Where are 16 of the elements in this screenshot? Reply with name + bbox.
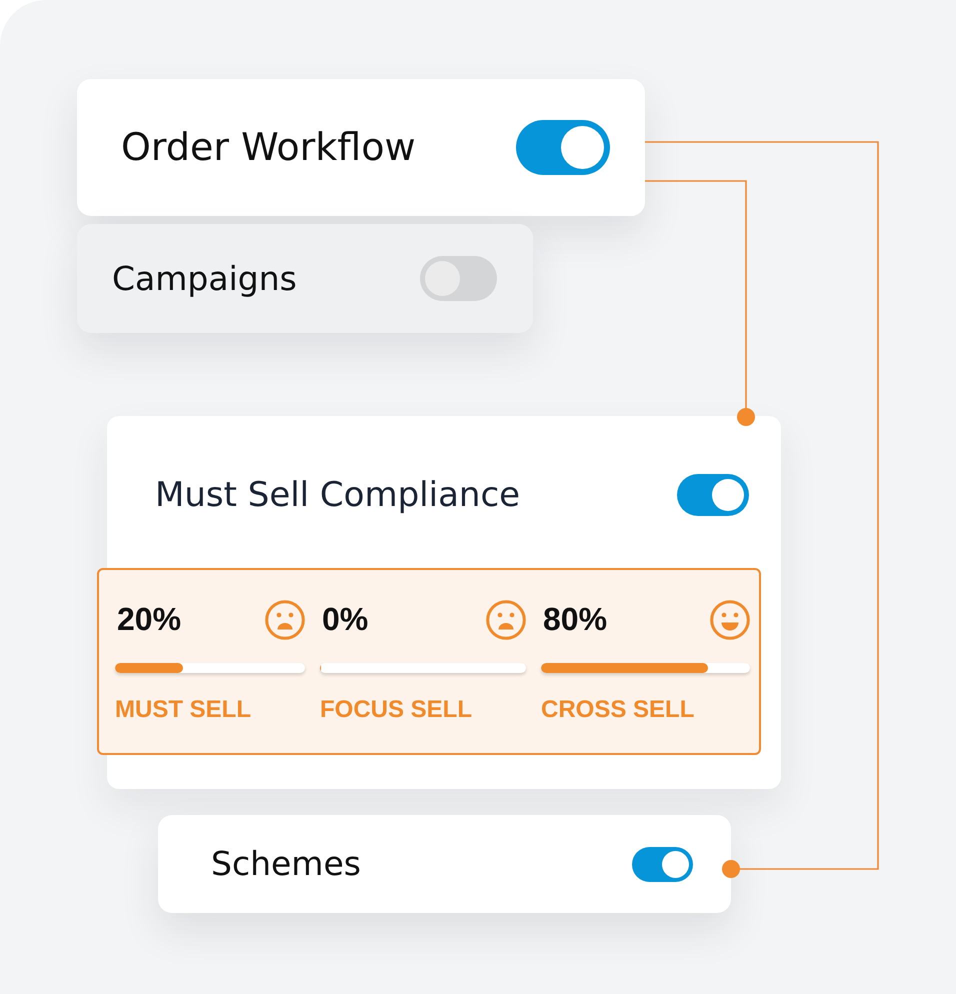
toggle-switch[interactable]: [677, 474, 749, 516]
happy-face-icon: [710, 600, 750, 640]
card-title: Campaigns: [112, 258, 297, 298]
card-title: Schemes: [211, 844, 361, 884]
sad-face-icon: [265, 600, 305, 640]
percent-value: 80%: [543, 602, 608, 638]
metric-label: FOCUS SELL: [320, 697, 472, 724]
card-title: Order Workflow: [121, 124, 416, 170]
sad-face-icon: [486, 600, 526, 640]
card-title: Must Sell Compliance: [155, 474, 520, 516]
toggle-switch[interactable]: [420, 256, 497, 301]
percent-value: 20%: [117, 602, 182, 638]
percent-value: 0%: [322, 602, 368, 638]
metric-label: CROSS SELL: [541, 697, 694, 724]
metric-label: MUST SELL: [115, 697, 251, 724]
toggle-switch[interactable]: [632, 846, 693, 882]
